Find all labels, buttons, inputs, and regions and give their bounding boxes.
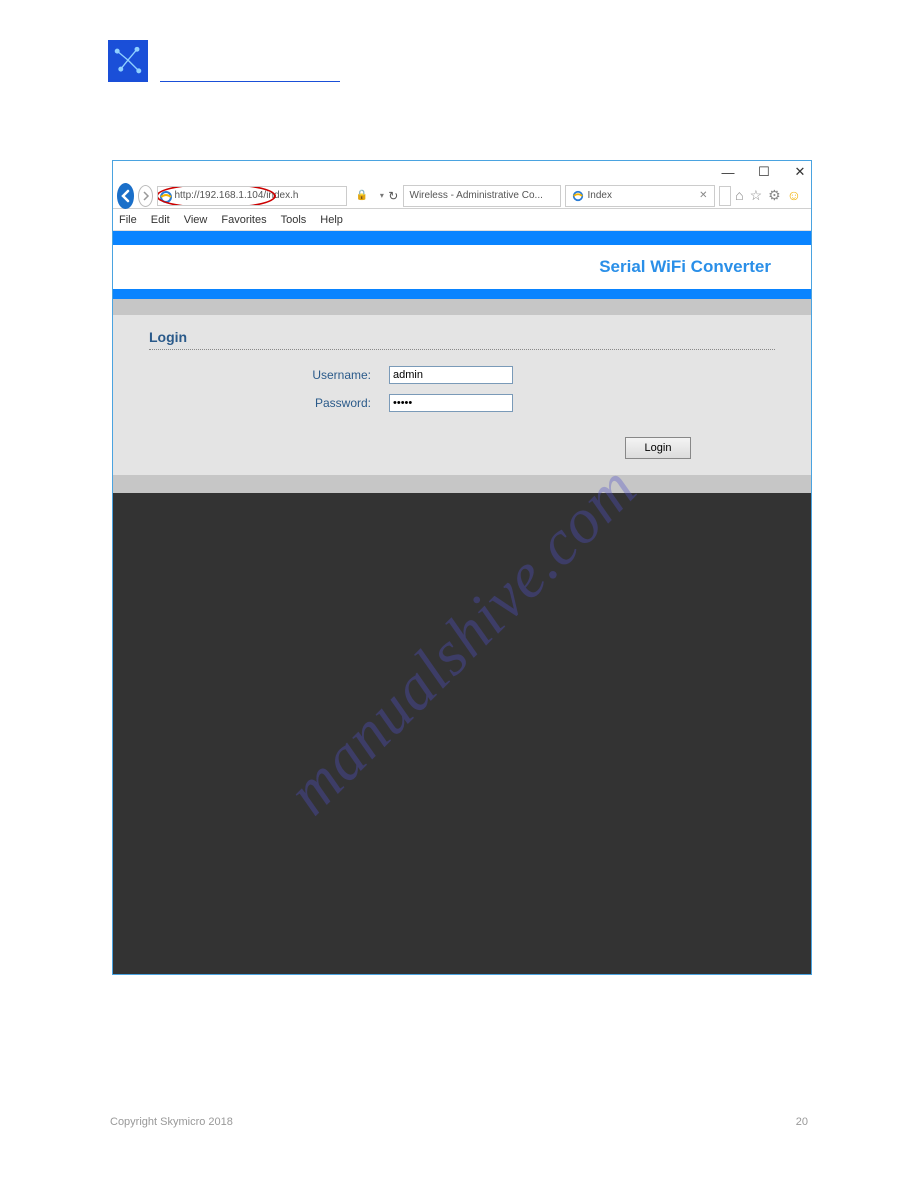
document-header [108,40,340,82]
login-form-panel: Login Username: Password: Login [113,315,811,475]
maximize-button[interactable]: ☐ [757,164,771,180]
menu-view[interactable]: View [184,214,208,226]
refresh-icon[interactable]: ↻ [388,189,399,203]
tab-close-icon[interactable]: ✕ [699,190,707,201]
browser-tab-1[interactable]: Wireless - Administrative Co... [403,185,561,207]
password-input[interactable] [389,394,513,412]
password-row: Password: [149,394,775,412]
settings-icon[interactable]: ⚙ [768,187,781,204]
menu-tools[interactable]: Tools [281,214,307,226]
address-bar[interactable]: http://192.168.1.104/index.h [157,186,347,206]
page-content: Serial WiFi Converter Login Username: Pa… [113,231,811,974]
page-brand-band: Serial WiFi Converter [113,245,811,289]
decorative-bar [113,299,811,315]
smiley-icon[interactable]: ☺ [787,187,801,204]
decorative-bar [113,231,811,245]
menu-favorites[interactable]: Favorites [221,214,266,226]
intro-paragraph: Go to the IP address of the WIFI232 gate… [112,108,808,142]
annotation-oval [157,186,276,206]
browser-window: — ☐ ✕ http://192.168.1.104/index.h 🔒 ▾ ↻… [112,160,812,975]
menu-edit[interactable]: Edit [151,214,170,226]
login-button[interactable]: Login [625,437,691,459]
username-label: Username: [149,368,389,382]
new-tab-button[interactable] [719,186,732,206]
back-button[interactable] [117,183,134,209]
tab-label: Index [588,190,612,201]
browser-tab-2[interactable]: Index ✕ [565,185,715,207]
minimize-button[interactable]: — [721,165,735,180]
forward-button[interactable] [138,185,153,207]
username-input[interactable] [389,366,513,384]
figure-caption: Figure 18 - Login page [112,992,808,1006]
menu-help[interactable]: Help [320,214,343,226]
password-label: Password: [149,396,389,410]
username-row: Username: [149,366,775,384]
page-number: 20 [796,1116,808,1128]
brand-title: Serial WiFi Converter [599,257,771,277]
copyright-text: Copyright Skymicro 2018 [110,1116,233,1128]
browser-menubar: File Edit View Favorites Tools Help [113,209,811,231]
window-titlebar: — ☐ ✕ [113,161,811,183]
home-icon[interactable]: ⌂ [735,187,743,204]
lock-icon: 🔒 [355,190,367,201]
header-link[interactable] [160,79,340,82]
ie-icon [572,190,584,202]
watermark-text: manualshive.com [273,450,651,828]
document-footer: Copyright Skymicro 2018 20 [110,1116,808,1128]
menu-file[interactable]: File [119,214,137,226]
login-heading: Login [149,329,775,350]
browser-toolbar-icons: ⌂ ☆ ⚙ ☺ [735,187,807,204]
skymicro-logo-icon [108,40,148,82]
close-button[interactable]: ✕ [793,164,807,180]
decorative-bar [113,475,811,493]
tab-label: Wireless - Administrative Co... [410,190,543,201]
decorative-bar [113,289,811,299]
favorites-icon[interactable]: ☆ [750,187,763,204]
dropdown-caret-icon[interactable]: ▾ [380,191,384,200]
browser-nav-row: http://192.168.1.104/index.h 🔒 ▾ ↻ Wirel… [113,183,811,209]
